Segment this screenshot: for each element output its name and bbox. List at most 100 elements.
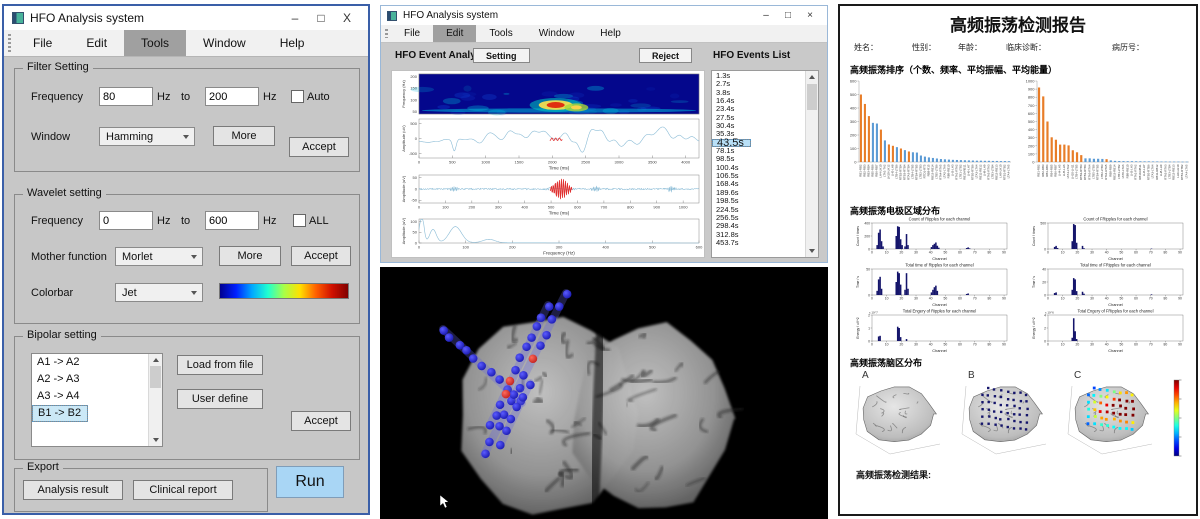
svg-text:Channel: Channel	[1108, 256, 1123, 261]
wavelet-accept-button[interactable]: Accept	[291, 246, 351, 266]
wavelet-freq-from-input[interactable]	[99, 211, 153, 230]
svg-text:30: 30	[1090, 297, 1094, 301]
minimize-button[interactable]: –	[755, 10, 777, 21]
svg-text:80: 80	[1164, 297, 1168, 301]
svg-text:20: 20	[899, 251, 903, 255]
maximize-button[interactable]: □	[777, 10, 799, 21]
hist-time-ripples: Total time of Ripples for each channel05…	[848, 262, 1016, 307]
svg-text:40: 40	[1042, 267, 1046, 271]
svg-text:Count / times: Count / times	[856, 226, 860, 246]
app-icon	[12, 12, 24, 24]
svg-text:1000: 1000	[481, 160, 491, 165]
svg-text:500: 500	[1028, 119, 1035, 124]
menu-item-help[interactable]: Help	[587, 25, 634, 42]
bipolar-listbox[interactable]: A1 -> A2A2 -> A3A3 -> A4B1 -> B2B2 -> B3	[31, 353, 163, 447]
svg-text:0: 0	[418, 160, 421, 165]
filter-freq-to-input[interactable]	[205, 87, 259, 106]
patient-field-label: 临床诊断：	[1006, 42, 1046, 53]
events-scrollbar[interactable]	[805, 71, 818, 257]
scroll-up-arrow[interactable]	[806, 71, 818, 83]
svg-text:Time / s: Time / s	[1032, 276, 1036, 288]
analysis-result-button[interactable]: Analysis result	[23, 480, 123, 500]
to-label: to	[181, 91, 190, 103]
patient-field-label: 姓名：	[854, 42, 878, 53]
svg-text:1000: 1000	[1026, 79, 1036, 84]
menu-item-help[interactable]: Help	[263, 30, 322, 56]
bipolar-item[interactable]: B1 -> B2	[32, 405, 88, 422]
menu-item-file[interactable]: File	[16, 30, 69, 56]
event-item[interactable]: 453.7s	[712, 239, 806, 247]
reject-button[interactable]: Reject	[639, 48, 692, 63]
svg-text:60: 60	[1134, 297, 1138, 301]
svg-text:1000: 1000	[679, 205, 689, 210]
svg-text:80: 80	[1164, 251, 1168, 255]
setting-button[interactable]: Setting	[473, 48, 530, 63]
scrollbar-thumb[interactable]	[150, 366, 161, 388]
wavelet-more-button[interactable]: More	[219, 246, 281, 266]
svg-text:70: 70	[1149, 297, 1153, 301]
svg-text:40: 40	[1105, 343, 1109, 347]
scrollbar-thumb[interactable]	[807, 84, 817, 110]
svg-text:200: 200	[864, 234, 870, 238]
all-checkbox[interactable]	[293, 214, 306, 227]
menu-item-file[interactable]: File	[391, 25, 433, 42]
colorbar-select[interactable]: Jet	[115, 283, 203, 302]
svg-text:50: 50	[943, 251, 947, 255]
patient-field-label: 病历号：	[1112, 42, 1144, 53]
svg-text:10: 10	[1061, 251, 1065, 255]
clinical-report-button[interactable]: Clinical report	[133, 480, 233, 500]
menu-bar: FileEditToolsWindowHelp	[4, 30, 368, 57]
svg-text:Channel: Channel	[932, 302, 947, 307]
scroll-down-arrow[interactable]	[806, 245, 818, 257]
window-title: HFO Analysis system	[403, 10, 498, 21]
window-function-select[interactable]: Hamming	[99, 127, 195, 146]
svg-text:40: 40	[929, 297, 933, 301]
minimize-button[interactable]: –	[282, 11, 308, 25]
scroll-down-arrow[interactable]	[149, 434, 162, 446]
hist-energy-fripples: Total Engery of FRipples for each channe…	[1024, 308, 1192, 353]
filter-accept-button[interactable]: Accept	[289, 137, 349, 157]
menu-item-tools[interactable]: Tools	[124, 30, 186, 56]
filter-more-button[interactable]: More	[213, 126, 275, 146]
svg-text:100: 100	[410, 219, 417, 224]
svg-text:0: 0	[854, 160, 857, 165]
menu-item-edit[interactable]: Edit	[433, 25, 476, 42]
bipolar-item[interactable]: A3 -> A4	[32, 388, 149, 405]
svg-text:30: 30	[914, 343, 918, 347]
svg-text:0: 0	[868, 247, 870, 251]
maximize-button[interactable]: □	[308, 11, 334, 25]
svg-text:400: 400	[521, 205, 528, 210]
svg-text:100: 100	[1028, 151, 1035, 156]
wavelet-freq-to-input[interactable]	[205, 211, 259, 230]
bipolar-item[interactable]: A1 -> A2	[32, 354, 149, 371]
listbox-scrollbar[interactable]	[148, 354, 162, 446]
filter-freq-from-input[interactable]	[99, 87, 153, 106]
scroll-up-arrow[interactable]	[149, 354, 162, 366]
menu-item-window[interactable]: Window	[186, 30, 263, 56]
user-define-button[interactable]: User define	[177, 389, 263, 409]
menu-item-edit[interactable]: Edit	[69, 30, 124, 56]
svg-text:600: 600	[574, 205, 581, 210]
events-list[interactable]: 1.3s2.7s3.8s16.4s23.4s27.5s30.4s35.3s43.…	[712, 72, 806, 257]
section-brain-heading: 高频振荡脑区分布	[850, 356, 922, 369]
run-button[interactable]: Run	[276, 466, 344, 498]
load-from-file-button[interactable]: Load from file	[177, 355, 263, 375]
mother-function-select[interactable]: Morlet	[115, 247, 203, 266]
bipolar-accept-button[interactable]: Accept	[291, 411, 351, 431]
svg-text:0: 0	[868, 293, 870, 297]
menu-item-tools[interactable]: Tools	[476, 25, 525, 42]
svg-text:0: 0	[1032, 160, 1035, 165]
hz-label: Hz	[157, 215, 170, 227]
close-button[interactable]: X	[334, 11, 360, 25]
svg-text:x 10^7: x 10^7	[869, 310, 878, 314]
bipolar-item[interactable]: A2 -> A3	[32, 371, 149, 388]
frequency-label: Frequency	[31, 215, 83, 227]
brain-3d-viewport[interactable]	[380, 267, 828, 519]
event-item[interactable]: 43.5s	[712, 139, 751, 147]
menu-item-window[interactable]: Window	[526, 25, 588, 42]
svg-text:500: 500	[449, 160, 456, 165]
close-button[interactable]: ×	[799, 10, 821, 21]
auto-checkbox[interactable]	[291, 90, 304, 103]
svg-text:-50: -50	[411, 198, 418, 203]
svg-text:-500: -500	[409, 151, 418, 156]
